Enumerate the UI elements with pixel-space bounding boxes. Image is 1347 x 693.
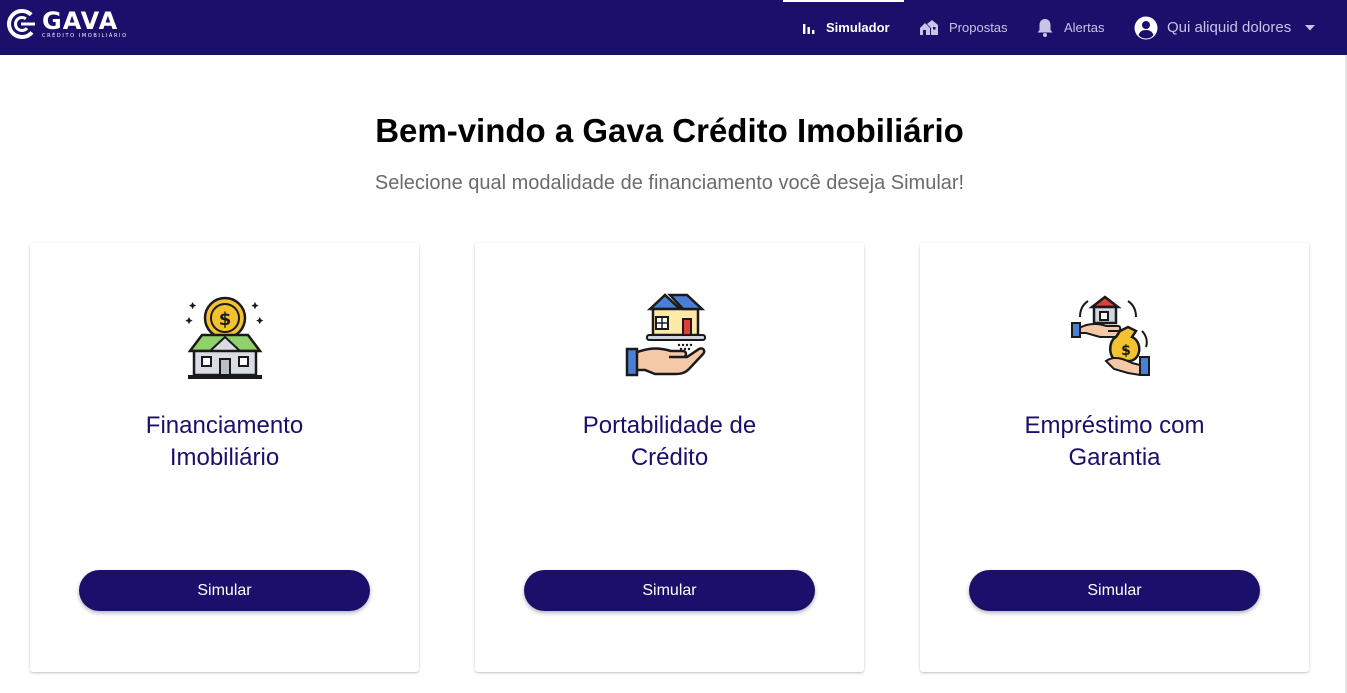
user-name: Qui aliquid dolores: [1167, 19, 1292, 36]
brand-name: GAVA: [42, 7, 119, 35]
card-title-line2: Garantia: [1068, 444, 1161, 471]
card-emprestimo: $ Empréstimo com Garantia Simular: [920, 243, 1309, 672]
bell-icon: [1037, 18, 1053, 37]
nav-propostas-label: Propostas: [949, 20, 1008, 35]
account-circle-icon: [1134, 16, 1158, 39]
card-title: Financiamento Imobiliário: [30, 410, 419, 474]
card-title: Portabilidade de Crédito: [475, 410, 864, 474]
nav-simulador-label: Simulador: [826, 20, 890, 35]
user-menu[interactable]: Qui aliquid dolores: [1134, 0, 1316, 55]
nav-propostas[interactable]: Propostas: [919, 0, 1008, 55]
svg-text:$: $: [1121, 343, 1131, 359]
svg-text:$: $: [218, 309, 231, 330]
card-title-line1: Empréstimo com: [1024, 412, 1205, 439]
card-financiamento: $ Financiamento Imobiliário Simular: [30, 243, 419, 672]
house-coin-icon: $: [184, 296, 263, 379]
card-portabilidade: Portabilidade de Crédito Simular: [475, 243, 864, 672]
simulate-button[interactable]: Simular: [79, 570, 370, 611]
chevron-down-icon: [1305, 24, 1316, 30]
nav-simulador[interactable]: Simulador: [783, 0, 904, 55]
nav-alertas-label: Alertas: [1064, 20, 1105, 35]
nav-alertas[interactable]: Alertas: [1036, 0, 1104, 55]
simulate-button[interactable]: Simular: [969, 570, 1260, 611]
brand-tagline: CRÉDITO IMOBILIÁRIO: [42, 33, 128, 39]
top-navbar: GAVA CRÉDITO IMOBILIÁRIO Simulador Propo…: [0, 0, 1347, 55]
house-money-exchange-icon: $: [1070, 295, 1150, 377]
bar-chart-icon: [803, 23, 815, 34]
page-subtitle: Selecione qual modalidade de financiamen…: [374, 172, 965, 194]
card-title-line1: Portabilidade de: [582, 412, 757, 439]
card-title: Empréstimo com Garantia: [920, 410, 1309, 474]
hand-house-icon: [625, 293, 706, 377]
simulate-button[interactable]: Simular: [524, 570, 815, 611]
card-title-line2: Imobiliário: [169, 444, 280, 471]
page-title: Bem-vindo a Gava Crédito Imobiliário: [375, 112, 964, 149]
card-title-line2: Crédito: [630, 444, 709, 471]
page: GAVA CRÉDITO IMOBILIÁRIO Simulador Propo…: [0, 0, 1347, 693]
brand-logo[interactable]: GAVA CRÉDITO IMOBILIÁRIO: [6, 8, 128, 40]
houses-icon: [920, 19, 938, 35]
gava-logo-icon: [7, 9, 37, 39]
card-title-line1: Financiamento: [145, 412, 304, 439]
